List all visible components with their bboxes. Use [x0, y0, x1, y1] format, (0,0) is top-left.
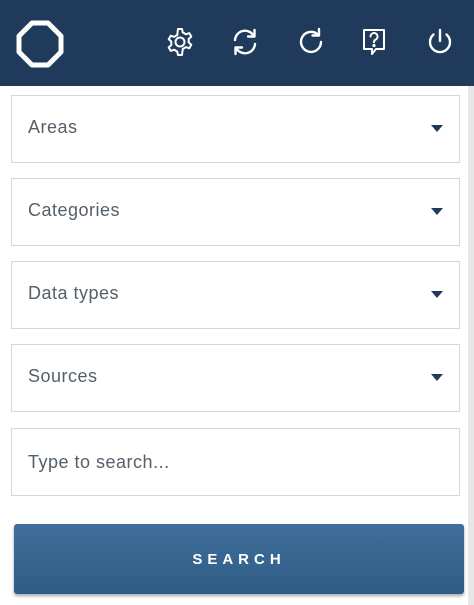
search-field: [11, 428, 460, 496]
areas-dropdown-label: Areas: [28, 117, 78, 137]
categories-dropdown-label: Categories: [28, 200, 121, 220]
chevron-down-icon: [431, 208, 443, 215]
top-bar: [0, 0, 474, 86]
power-icon[interactable]: [424, 26, 456, 58]
chevron-down-icon: [431, 291, 443, 298]
search-button[interactable]: SEARCH: [14, 524, 464, 594]
gear-icon[interactable]: [164, 26, 196, 58]
categories-dropdown[interactable]: Categories: [11, 178, 460, 246]
areas-dropdown[interactable]: Areas: [11, 95, 460, 163]
sources-dropdown[interactable]: Sources: [11, 344, 460, 412]
sync-icon[interactable]: [229, 26, 261, 58]
refresh-icon[interactable]: [295, 26, 327, 58]
octagon-logo-icon[interactable]: [16, 20, 64, 68]
search-input[interactable]: [12, 429, 459, 495]
sources-dropdown-label: Sources: [28, 366, 98, 386]
app-window: Areas Categories Data types Sources SEAR…: [0, 0, 474, 605]
data-types-dropdown-label: Data types: [28, 283, 120, 303]
data-types-dropdown[interactable]: Data types: [11, 261, 460, 329]
chevron-down-icon: [431, 374, 443, 381]
scrollbar-track[interactable]: [468, 86, 474, 605]
help-icon[interactable]: [358, 26, 390, 58]
chevron-down-icon: [431, 125, 443, 132]
